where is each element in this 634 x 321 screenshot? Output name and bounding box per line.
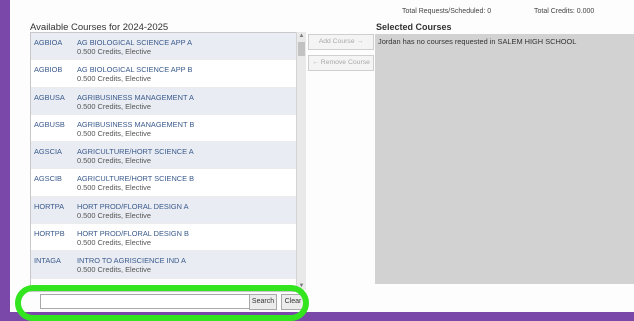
course-row[interactable]: AGBIOB AG BIOLOGICAL SCIENCE APP B 0.500…: [31, 60, 296, 88]
add-course-button[interactable]: Add Course →: [308, 34, 374, 50]
course-name: HORT PROD/FLORAL DESIGN A: [77, 201, 189, 211]
course-row[interactable]: HORTPA HORT PROD/FLORAL DESIGN A 0.500 C…: [31, 196, 296, 225]
course-code: AGBUSA: [34, 92, 65, 102]
course-code: HORTPA: [34, 201, 65, 211]
course-name: AGRIBUSINESS MANAGEMENT A: [77, 92, 194, 102]
highlight-annotation: [15, 285, 309, 321]
course-request-panel: Total Requests/Scheduled: 0 Total Credit…: [10, 0, 634, 312]
selected-courses-title: Selected Courses: [376, 22, 452, 32]
course-code: AGBIOB: [34, 65, 63, 75]
course-name: INTRO TO AGRISCIENCE IND A: [77, 256, 186, 266]
course-code: HORTPB: [34, 229, 65, 239]
course-credits: 0.500 Credits, Elective: [77, 47, 151, 56]
course-code: AGSCIB: [34, 174, 62, 184]
course-credits: 0.500 Credits, Elective: [77, 183, 151, 193]
scroll-up-icon[interactable]: ▲: [297, 32, 306, 40]
course-code: INTAGA: [34, 256, 61, 266]
course-row[interactable]: AGBIOA AG BIOLOGICAL SCIENCE APP A 0.500…: [31, 33, 296, 61]
remove-course-button[interactable]: ← Remove Course: [308, 55, 374, 71]
course-row[interactable]: AGSCIB AGRICULTURE/HORT SCIENCE B 0.500 …: [31, 169, 296, 197]
course-name: AG BIOLOGICAL SCIENCE APP A: [77, 38, 193, 47]
scrollbar-thumb[interactable]: [298, 42, 305, 56]
course-credits: 0.500 Credits, Elective: [77, 101, 151, 111]
course-credits: 0.500 Credits, Elective: [77, 210, 151, 220]
selected-courses-list[interactable]: Jordan has no courses requested in SALEM…: [375, 34, 634, 284]
course-list-scrollbar[interactable]: ▲ ▼: [296, 32, 306, 290]
course-credits: 0.500 Credits, Elective: [77, 265, 151, 275]
course-row[interactable]: INTAGA INTRO TO AGRISCIENCE IND A 0.500 …: [31, 251, 296, 279]
available-courses-list[interactable]: AGBIOA AG BIOLOGICAL SCIENCE APP A 0.500…: [30, 32, 297, 292]
course-credits: 0.500 Credits, Elective: [77, 238, 151, 248]
course-code: AGSCIA: [34, 147, 62, 157]
total-requests-label: Total Requests/Scheduled: 0: [402, 8, 492, 15]
course-name: HORT PROD/FLORAL DESIGN B: [77, 229, 189, 239]
course-name: AGRICULTURE/HORT SCIENCE B: [77, 174, 195, 184]
totals-bar: Total Requests/Scheduled: 0 Total Credit…: [10, 8, 634, 20]
total-credits-label: Total Credits: 0.000: [534, 8, 595, 15]
course-code: AGBUSB: [34, 119, 65, 129]
course-credits: 0.500 Credits, Elective: [77, 156, 151, 166]
course-code: AGBIOA: [34, 38, 63, 47]
course-name: AGRICULTURE/HORT SCIENCE A: [77, 147, 194, 157]
course-credits: 0.500 Credits, Elective: [77, 74, 151, 84]
course-name: AG BIOLOGICAL SCIENCE APP B: [77, 65, 193, 75]
course-name: AGRIBUSINESS MANAGEMENT B: [77, 119, 195, 129]
empty-selection-message: Jordan has no courses requested in SALEM…: [378, 37, 577, 46]
course-row[interactable]: AGBUSB AGRIBUSINESS MANAGEMENT B 0.500 C…: [31, 115, 296, 143]
course-credits: 0.500 Credits, Elective: [77, 128, 151, 138]
course-row[interactable]: HORTPB HORT PROD/FLORAL DESIGN B 0.500 C…: [31, 224, 296, 252]
course-row[interactable]: AGSCIA AGRICULTURE/HORT SCIENCE A 0.500 …: [31, 142, 296, 170]
course-row[interactable]: AGBUSA AGRIBUSINESS MANAGEMENT A 0.500 C…: [31, 87, 296, 115]
move-buttons: Add Course → ← Remove Course: [308, 34, 374, 76]
